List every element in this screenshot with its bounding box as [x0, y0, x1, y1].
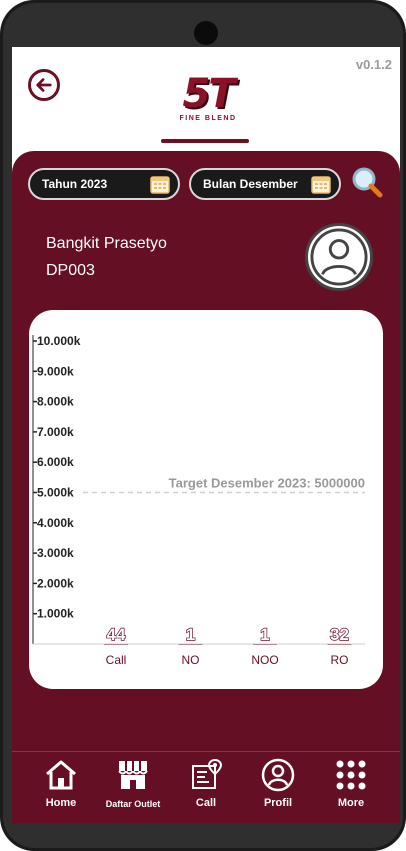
calendar-icon	[150, 176, 170, 194]
logo-mark: 5T	[182, 71, 235, 117]
y-tick-label: 1.000k	[37, 607, 74, 621]
bar-ro	[327, 643, 352, 645]
store-icon	[118, 761, 148, 789]
nav-item-profil[interactable]: Profil	[241, 758, 315, 818]
back-button[interactable]	[28, 69, 60, 101]
home-icon	[46, 760, 76, 790]
arrow-left-icon	[36, 78, 52, 92]
user-code: DP003	[46, 262, 95, 279]
y-tick-label: 8.000k	[37, 395, 74, 409]
category-label: NO	[182, 653, 200, 667]
logo-subtitle: FINE BLEND	[179, 115, 237, 122]
avatar[interactable]	[305, 223, 373, 291]
nav-item-more[interactable]: More	[314, 758, 388, 818]
calendar-icon	[311, 176, 331, 194]
grid-dots-icon	[336, 760, 366, 790]
target-line-label: Target Desember 2023: 5000000	[169, 476, 365, 491]
device-bezel: v0.1.2 5T FINE BLEND Tahun 2023 Bulan De…	[3, 3, 403, 848]
nav-label-more: More	[337, 797, 365, 809]
year-filter[interactable]: Tahun 2023	[28, 168, 180, 200]
bar-no	[178, 644, 203, 645]
y-tick-label: 10.000k	[37, 334, 81, 348]
month-filter-label: Bulan Desember	[203, 177, 298, 191]
nav-item-home[interactable]: Home	[24, 758, 98, 818]
user-name: Bangkit Prasetyo	[46, 235, 167, 252]
y-tick-label: 2.000k	[37, 576, 74, 590]
bar-noo	[253, 644, 277, 645]
bottom-navigation: Home Daftar Outlet Call Profil More	[12, 751, 400, 823]
month-filter[interactable]: Bulan Desember	[189, 168, 341, 200]
y-tick-label: 7.000k	[37, 425, 74, 439]
performance-chart: 1.000k 2.000k 3.000k 4.000k 5.000k 6.000k 7.00…	[32, 334, 365, 667]
bar-call	[104, 643, 128, 645]
app-screen: v0.1.2 5T FINE BLEND Tahun 2023 Bulan De…	[12, 47, 400, 823]
y-tick-label: 3.000k	[37, 546, 74, 560]
performance-chart-card: 1.000k 2.000k 3.000k 4.000k 5.000k 6.000k 7.00…	[29, 310, 383, 689]
brand-logo: 5T FINE BLEND	[162, 73, 254, 125]
nav-item-daftar-outlet[interactable]: Daftar Outlet	[96, 758, 170, 818]
main-panel: Tahun 2023 Bulan Desember Bangkit Praset…	[12, 151, 400, 801]
nav-label-profil: Profil	[263, 797, 293, 809]
camera-notch	[194, 21, 218, 45]
bar-value-label: 44	[107, 625, 126, 644]
logo-underline	[161, 139, 249, 143]
bar-value-label: 1	[186, 625, 195, 644]
category-label: Call	[106, 653, 127, 667]
user-avatar-icon	[310, 228, 368, 286]
profile-icon	[261, 758, 295, 792]
call-map-icon	[192, 758, 223, 789]
device-frame: v0.1.2 5T FINE BLEND Tahun 2023 Bulan De…	[0, 0, 406, 851]
nav-label-home: Home	[45, 797, 77, 809]
nav-label-call: Call	[195, 797, 217, 809]
nav-item-call[interactable]: Call	[169, 758, 243, 818]
bar-value-label: 1	[260, 625, 269, 644]
y-tick-label: 4.000k	[37, 516, 74, 530]
y-tick-label: 6.000k	[37, 455, 74, 469]
y-tick-label: 5.000k	[37, 486, 74, 500]
bar-value-label: 32	[330, 625, 349, 644]
search-icon[interactable]	[350, 165, 384, 199]
year-filter-label: Tahun 2023	[42, 177, 108, 191]
category-label: NOO	[251, 653, 278, 667]
app-version: v0.1.2	[355, 57, 392, 72]
y-tick-label: 9.000k	[37, 364, 74, 378]
nav-label-daftar-outlet: Daftar Outlet	[105, 799, 161, 809]
category-label: RO	[331, 653, 349, 667]
